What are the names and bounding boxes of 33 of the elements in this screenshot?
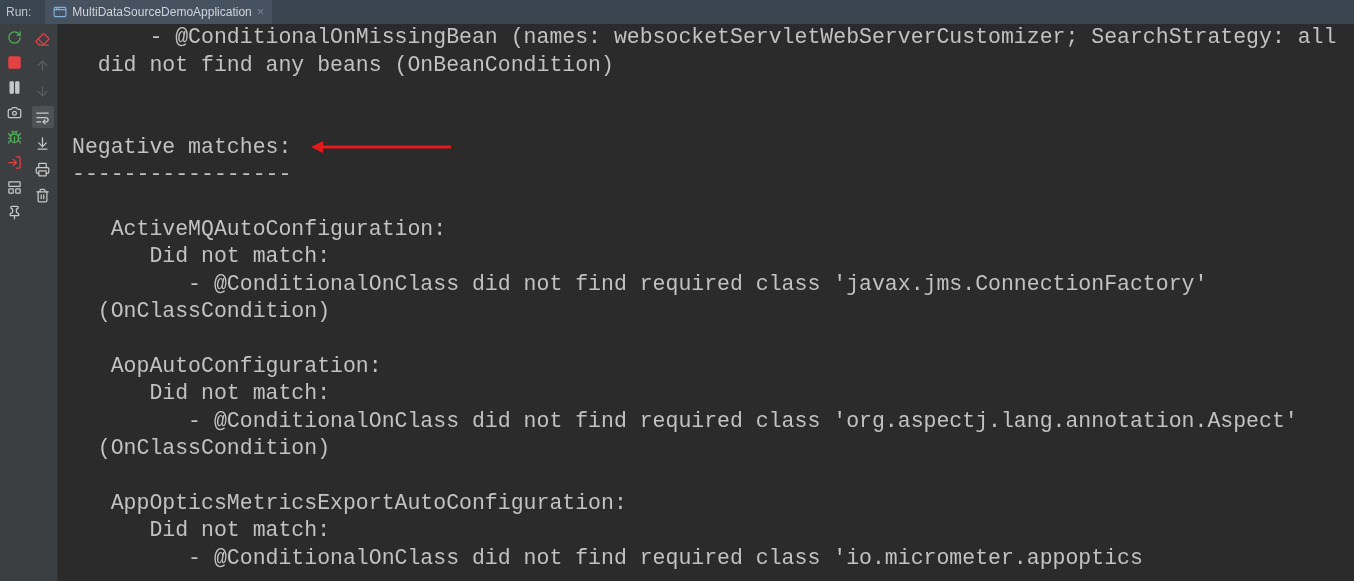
down-arrow-icon	[35, 83, 51, 99]
console-line: - @ConditionalOnClass did not find required class 'io.micrometer.appoptics	[187, 544, 1143, 572]
console-line: did not find any beans (OnBeanCondition)	[96, 51, 614, 79]
application-icon	[53, 5, 68, 19]
rerun-icon[interactable]	[6, 30, 22, 45]
console-line: Did not match:	[148, 243, 331, 271]
layout-icon[interactable]	[6, 180, 22, 195]
soft-wrap-icon	[35, 109, 51, 125]
printer-icon	[35, 161, 51, 177]
console-line: Negative matches:	[72, 133, 292, 161]
exit-icon[interactable]	[6, 155, 22, 170]
pin-icon[interactable]	[6, 205, 22, 220]
stop-icon[interactable]	[6, 55, 22, 70]
camera-icon[interactable]	[6, 105, 22, 120]
console-line: AopAutoConfiguration:	[109, 352, 382, 380]
run-label: Run:	[5, 4, 33, 21]
trash-icon	[35, 187, 51, 203]
run-tab[interactable]: MultiDataSourceDemoApplication ×	[45, 0, 273, 24]
console-line: ActiveMQAutoConfiguration:	[109, 215, 447, 243]
console-line: - @ConditionalOnMissingBean (names: websocketServletWebServerCustomizer; SearchStrategy: all	[148, 24, 1337, 52]
console-line: (OnClassCondition)	[96, 435, 331, 463]
eraser-icon	[35, 31, 51, 47]
soft-wrap-button[interactable]	[31, 106, 54, 128]
console-line: - @ConditionalOnClass did not find required class 'org.aspectj.lang.annotation.Aspect'	[187, 407, 1298, 435]
pause-icon[interactable]	[6, 80, 22, 95]
console-line: Did not match:	[148, 380, 331, 408]
console-line: (OnClassCondition)	[96, 298, 331, 326]
bug-icon[interactable]	[6, 130, 22, 145]
tab-title: MultiDataSourceDemoApplication	[72, 4, 252, 21]
console-line: AppOpticsMetricsExportAutoConfiguration:	[109, 489, 627, 517]
console-line: -----------------	[72, 161, 292, 189]
console-line: - @ConditionalOnClass did not find required class 'javax.jms.ConnectionFactory'	[187, 270, 1208, 298]
console-line: Did not match:	[148, 517, 331, 545]
